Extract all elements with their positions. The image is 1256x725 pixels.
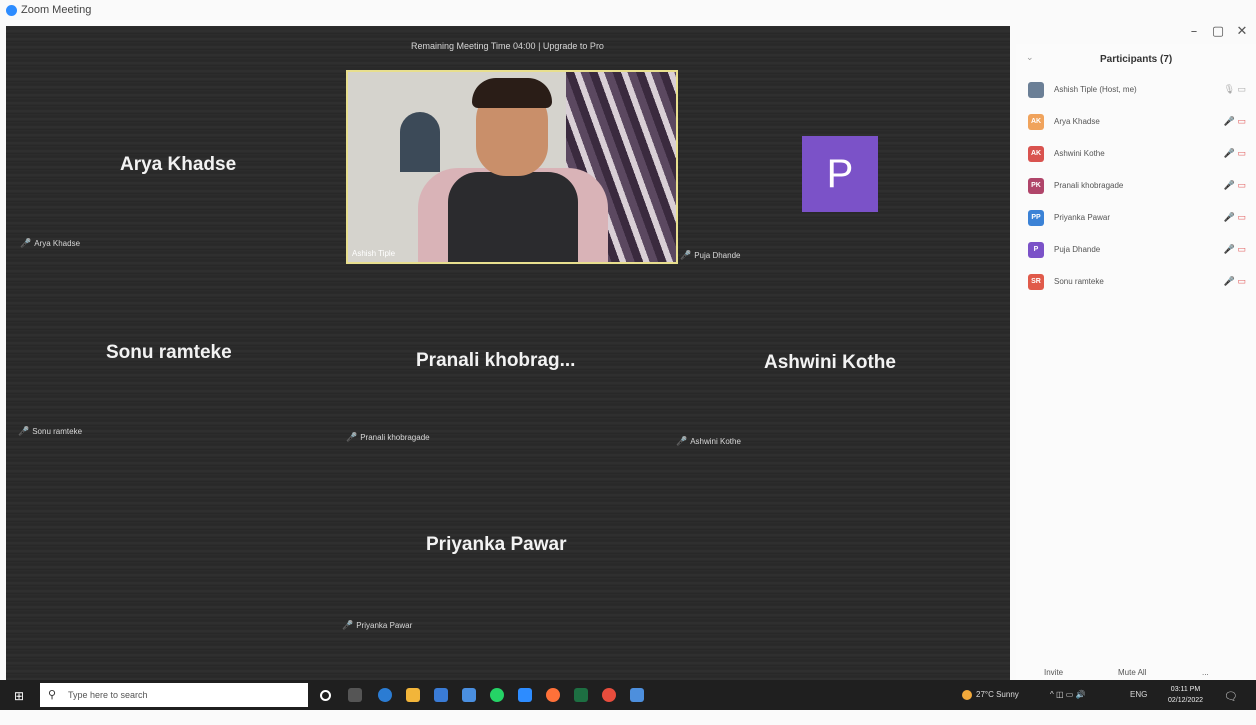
muted-mic-camera-icons[interactable]: 🎤 ▭ — [1224, 116, 1246, 127]
muted-mic-icon: 🎤 — [18, 426, 30, 436]
active-video-tile[interactable]: Ashish Tiple — [346, 70, 678, 264]
avatar — [1028, 82, 1044, 98]
chrome-icon[interactable] — [602, 688, 616, 702]
tile-label-pranali: 🎤 Pranali khobragade — [346, 432, 430, 442]
participant-name: Puja Dhande — [1054, 245, 1101, 254]
tile-name-sonu: Sonu ramteke — [106, 342, 232, 363]
participant-row[interactable]: AK Ashwini Kothe 🎤 ▭ — [1028, 146, 1250, 166]
tile-label-sonu: 🎤 Sonu ramteke — [18, 426, 83, 436]
participant-name: Sonu ramteke — [1054, 277, 1104, 286]
muted-mic-icon: 🎤 — [676, 436, 688, 446]
video-person-hair — [472, 78, 552, 108]
participants-panel: ⌄ Participants (7) Ashish Tiple (Host, m… — [1016, 44, 1256, 692]
avatar: PK — [1028, 178, 1044, 194]
muted-mic-camera-icons[interactable]: 🎤 ▭ — [1224, 148, 1246, 159]
participant-name: Arya Khadse — [1054, 117, 1100, 126]
participant-name: Ashwini Kothe — [1054, 149, 1105, 158]
participant-row[interactable]: SR Sonu ramteke 🎤 ▭ — [1028, 274, 1250, 294]
search-placeholder: Type here to search — [68, 690, 148, 700]
zoom-window: Zoom Meeting – ▢ ✕ Remaining Meeting Tim… — [0, 0, 1256, 725]
store-icon[interactable] — [434, 688, 448, 702]
taskbar-clock[interactable]: 03:11 PM 02/12/2022 — [1168, 684, 1203, 706]
participant-name: Pranali khobragade — [1054, 181, 1124, 190]
avatar: AK — [1028, 114, 1044, 130]
muted-mic-icon: 🎤 — [342, 620, 354, 630]
participants-title: Participants (7) — [1100, 54, 1173, 65]
participant-row[interactable]: PP Priyanka Pawar 🎤 ▭ — [1028, 210, 1250, 230]
tile-name-arya: Arya Khadse — [120, 154, 237, 175]
muted-mic-icon: 🎤 — [346, 432, 358, 442]
task-view-icon[interactable] — [348, 688, 362, 702]
video-background-person — [400, 112, 440, 172]
video-name-label: Ashish Tiple — [352, 249, 396, 258]
clock-date: 02/12/2022 — [1168, 697, 1204, 704]
language-indicator[interactable]: ENG — [1130, 690, 1147, 699]
tile-label-priyanka: 🎤 Priyanka Pawar — [342, 620, 413, 630]
taskbar-search-box[interactable]: ⚲ Type here to search — [40, 683, 308, 707]
windows-start-icon[interactable]: ⊞ — [14, 689, 24, 703]
muted-mic-icon: 🎤 — [680, 250, 692, 260]
notification-icon[interactable]: 🗨 — [1224, 690, 1238, 703]
edge-icon[interactable] — [378, 688, 392, 702]
tray-icons[interactable]: ^ ◫ ▭ 🔊 — [1050, 690, 1086, 699]
excel-icon[interactable] — [574, 688, 588, 702]
tile-label-arya: 🎤 Arya Khadse — [20, 238, 81, 248]
windows-taskbar: ⊞ ⚲ Type here to search 27°C Sunny ^ ◫ ▭… — [0, 680, 1256, 710]
tile-label-ashwini: 🎤 Ashwini Kothe — [676, 436, 741, 446]
zoom-taskbar-icon[interactable] — [518, 688, 532, 702]
participant-row[interactable]: P Puja Dhande 🎤 ▭ — [1028, 242, 1250, 262]
avatar: SR — [1028, 274, 1044, 290]
weather-text[interactable]: 27°C Sunny — [976, 690, 1019, 699]
more-options-button[interactable]: ... — [1202, 668, 1209, 677]
tile-label-puja: 🎤 Puja Dhande — [680, 250, 741, 260]
search-icon: ⚲ — [48, 689, 57, 701]
participant-row[interactable]: PK Pranali khobragade 🎤 ▭ — [1028, 178, 1250, 198]
participant-name: Ashish Tiple (Host, me) — [1054, 85, 1137, 94]
weather-icon[interactable] — [962, 690, 972, 700]
remaining-time-banner[interactable]: Remaining Meeting Time 04:00 | Upgrade t… — [411, 41, 604, 51]
tile-name-pranali: Pranali khobrag... — [416, 350, 576, 371]
file-explorer-icon[interactable] — [406, 688, 420, 702]
chevron-down-icon[interactable]: ⌄ — [1026, 52, 1034, 63]
muted-mic-icon: 🎤 — [20, 238, 32, 248]
gallery-view: Remaining Meeting Time 04:00 | Upgrade t… — [6, 26, 1010, 692]
whatsapp-icon[interactable] — [490, 688, 504, 702]
muted-mic-camera-icons[interactable]: 🎤 ▭ — [1224, 212, 1246, 223]
invite-button[interactable]: Invite — [1044, 668, 1063, 677]
restore-button[interactable]: ▢ — [1208, 24, 1228, 39]
photos-icon[interactable] — [630, 688, 644, 702]
participant-row[interactable]: Ashish Tiple (Host, me) 🎙 ▭ — [1028, 82, 1250, 102]
participant-name: Priyanka Pawar — [1054, 213, 1111, 222]
avatar: PP — [1028, 210, 1044, 226]
title-bar: Zoom Meeting — [0, 0, 1256, 22]
avatar: AK — [1028, 146, 1044, 162]
window-title: Zoom Meeting — [21, 4, 92, 16]
muted-mic-camera-icons[interactable]: 🎤 ▭ — [1224, 244, 1246, 255]
zoom-logo-icon — [6, 5, 17, 16]
close-button[interactable]: ✕ — [1232, 24, 1252, 39]
participant-row[interactable]: AK Arya Khadse 🎤 ▭ — [1028, 114, 1250, 134]
mail-icon[interactable] — [462, 688, 476, 702]
tile-name-ashwini: Ashwini Kothe — [764, 352, 896, 373]
clock-time: 03:11 PM — [1170, 686, 1201, 693]
video-person-vest — [448, 172, 578, 262]
firefox-icon[interactable] — [546, 688, 560, 702]
tile-name-priyanka: Priyanka Pawar — [426, 534, 567, 555]
mic-camera-icons[interactable]: 🎙 ▭ — [1224, 84, 1246, 95]
minimize-button[interactable]: – — [1184, 24, 1204, 39]
cortana-icon[interactable] — [320, 690, 331, 701]
muted-mic-camera-icons[interactable]: 🎤 ▭ — [1224, 180, 1246, 191]
avatar: P — [1028, 242, 1044, 258]
muted-mic-camera-icons[interactable]: 🎤 ▭ — [1224, 276, 1246, 287]
mute-all-button[interactable]: Mute All — [1118, 668, 1146, 677]
avatar-tile-puja[interactable]: P — [802, 136, 878, 212]
